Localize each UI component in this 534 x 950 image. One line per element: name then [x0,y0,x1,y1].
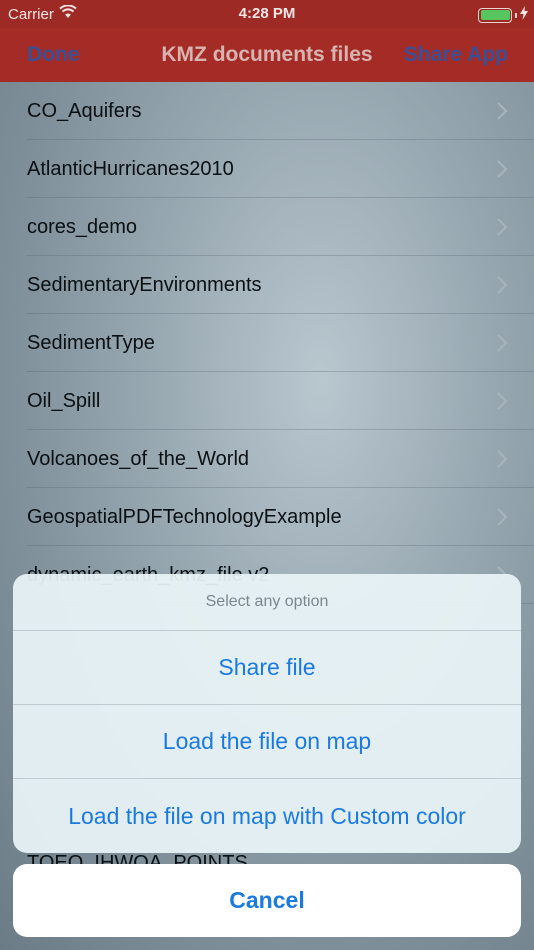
battery-fill [480,10,510,20]
chevron-right-icon [496,392,508,410]
battery-tip [515,12,517,18]
file-name: SedimentaryEnvironments [27,273,262,296]
action-sheet: Select any option Share file Load the fi… [13,574,521,853]
file-list: CO_Aquifers AtlanticHurricanes2010 cores… [0,82,534,604]
chevron-right-icon [496,218,508,236]
load-file-on-map-button[interactable]: Load the file on map [13,705,521,779]
list-item[interactable]: SedimentType [0,314,534,372]
status-bar: Carrier 4:28 PM [0,0,534,28]
chevron-right-icon [496,334,508,352]
file-name: Oil_Spill [27,389,101,412]
list-item[interactable]: AtlanticHurricanes2010 [0,140,534,198]
file-name: AtlanticHurricanes2010 [27,157,234,180]
list-item[interactable]: SedimentaryEnvironments [0,256,534,314]
action-sheet-title: Select any option [13,574,521,631]
battery-icon [478,7,512,23]
chevron-right-icon [496,102,508,120]
chevron-right-icon [496,508,508,526]
list-item[interactable]: cores_demo [0,198,534,256]
navigation-bar: Done KMZ documents files Share App [0,28,534,82]
share-app-button[interactable]: Share App [404,43,508,67]
chevron-right-icon [496,276,508,294]
file-name: Volcanoes_of_the_World [27,447,250,470]
status-time: 4:28 PM [238,5,296,22]
cancel-button[interactable]: Cancel [13,864,521,937]
list-item[interactable]: GeospatialPDFTechnologyExample [0,488,534,546]
chevron-right-icon [496,450,508,468]
file-name: CO_Aquifers [27,99,142,122]
share-file-button[interactable]: Share file [13,631,521,705]
list-item[interactable]: Volcanoes_of_the_World [0,430,534,488]
list-item[interactable]: CO_Aquifers [0,82,534,140]
file-name: SedimentType [27,331,155,354]
chevron-right-icon [496,160,508,178]
load-file-custom-color-button[interactable]: Load the file on map with Custom color [13,779,521,853]
list-item[interactable]: Oil_Spill [0,372,534,430]
charging-bolt-icon [520,6,528,24]
file-name: GeospatialPDFTechnologyExample [27,505,342,528]
file-name: cores_demo [27,215,138,238]
